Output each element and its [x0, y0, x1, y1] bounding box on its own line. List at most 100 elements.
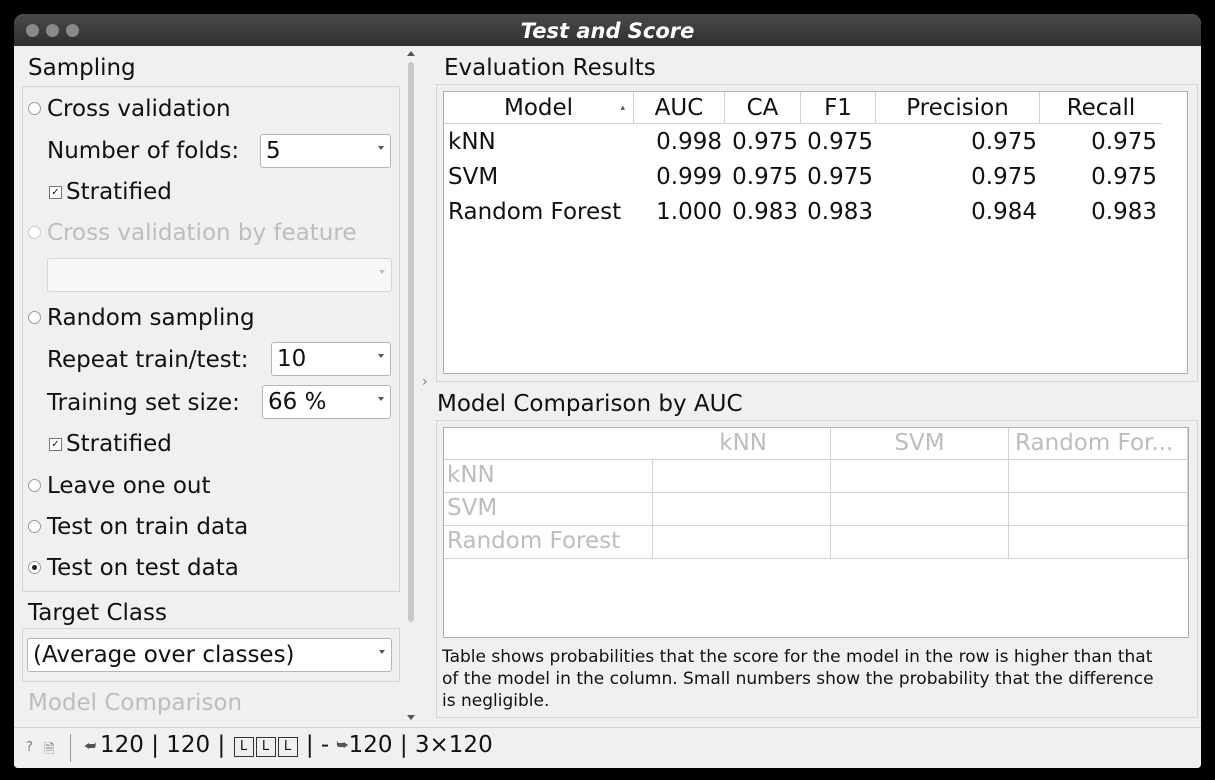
- row-svm-auc: 0.999: [656, 164, 722, 190]
- input-counts: 120 | 120 |: [100, 732, 226, 758]
- test-and-score-window: Test and Score Sampling Cross validation…: [14, 14, 1201, 768]
- random-sampling-label[interactable]: Random sampling: [47, 304, 255, 332]
- row-knn-precision: 0.975: [971, 129, 1037, 155]
- col-header-ca[interactable]: CA: [725, 92, 801, 124]
- leave-one-out-label[interactable]: Leave one out: [47, 472, 211, 500]
- repeat-value: 10: [277, 346, 307, 372]
- comparison-cell: [831, 526, 1009, 559]
- col-header-label: Model: [503, 95, 574, 121]
- test-on-test-radio[interactable]: [28, 561, 41, 574]
- comparison-row-rf: Random Forest: [444, 526, 653, 559]
- comparison-header: Model Comparison by AUC: [437, 391, 743, 417]
- input-badge: L: [255, 737, 276, 757]
- evaluation-table: Model ▴ AUC CA F1 Precision Recall kNN 0…: [443, 91, 1188, 374]
- scroll-down-icon[interactable]: [407, 715, 415, 720]
- comparison-cell: [1009, 493, 1188, 526]
- chevron-down-icon: [379, 650, 385, 654]
- target-class-select[interactable]: (Average over classes): [27, 638, 392, 672]
- leave-one-out-radio[interactable]: [28, 479, 41, 492]
- col-header-recall[interactable]: Recall: [1040, 92, 1162, 124]
- row-svm-model[interactable]: SVM: [448, 162, 498, 192]
- train-size-select[interactable]: 66 %: [262, 385, 391, 419]
- chevron-down-icon: [378, 354, 384, 358]
- col-header-model[interactable]: Model ▴: [444, 92, 634, 124]
- test-on-test-label[interactable]: Test on test data: [47, 554, 239, 582]
- status-bar: ? 🗎 ⮨ 120 | 120 | LLL | - ⮩120 | 3×120: [14, 727, 1201, 768]
- comparison-col-rf: Random For...: [1009, 428, 1188, 460]
- row-rf-model[interactable]: Random Forest: [448, 197, 621, 227]
- row-knn-recall: 0.975: [1091, 129, 1157, 155]
- splitter-chevron-icon[interactable]: ›: [422, 374, 428, 390]
- window-title: Test and Score: [520, 19, 695, 43]
- train-size-label: Training set size:: [47, 390, 240, 416]
- comparison-cell: [1009, 526, 1188, 559]
- stratified-label[interactable]: Stratified: [66, 178, 172, 206]
- comparison-col-knn: kNN: [444, 428, 831, 460]
- chevron-down-icon: [379, 270, 385, 274]
- row-rf-ca: 0.983: [732, 199, 798, 225]
- evaluation-header: Evaluation Results: [444, 55, 656, 81]
- left-scrollbar[interactable]: [404, 48, 418, 722]
- comparison-row-knn: kNN: [444, 460, 653, 493]
- input-icon: ⮨: [84, 739, 97, 754]
- comparison-cell: [831, 460, 1009, 493]
- col-header-auc[interactable]: AUC: [634, 92, 725, 124]
- cross-validation-radio[interactable]: [28, 102, 41, 115]
- scroll-up-icon[interactable]: [407, 51, 415, 56]
- chevron-down-icon: [378, 397, 384, 401]
- sampling-header: Sampling: [28, 55, 136, 81]
- comparison-col-svm: SVM: [831, 428, 1009, 460]
- input-badge: L: [277, 737, 298, 757]
- comparison-row-svm: SVM: [444, 493, 653, 526]
- comparison-cell: [653, 493, 831, 526]
- output-summary: 120 | 3×120: [348, 732, 493, 758]
- cv-by-feature-radio[interactable]: [28, 226, 41, 239]
- sort-ascending-icon: ▴: [620, 103, 625, 113]
- row-knn-auc: 0.998: [656, 129, 722, 155]
- random-sampling-radio[interactable]: [28, 311, 41, 324]
- report-icon[interactable]: 🗎: [44, 740, 54, 762]
- row-rf-precision: 0.984: [971, 199, 1037, 225]
- cv-by-feature-label[interactable]: Cross validation by feature: [47, 219, 356, 247]
- comparison-cell: [1009, 460, 1188, 493]
- stratified-checkbox[interactable]: ✓: [49, 186, 62, 199]
- row-svm-precision: 0.975: [971, 164, 1037, 190]
- col-header-precision[interactable]: Precision: [876, 92, 1040, 124]
- row-svm-f1: 0.975: [807, 164, 873, 190]
- row-rf-recall: 0.983: [1091, 199, 1157, 225]
- help-icon[interactable]: ?: [26, 740, 33, 755]
- target-class-header: Target Class: [28, 600, 167, 626]
- input-summary: 120 | 120 | LLL | - ⮩120 | 3×120: [100, 732, 493, 758]
- row-svm-recall: 0.975: [1091, 164, 1157, 190]
- status-separator: | -: [305, 732, 330, 758]
- row-knn-ca: 0.975: [732, 129, 798, 155]
- col-header-f1[interactable]: F1: [801, 92, 876, 124]
- target-class-value: (Average over classes): [33, 642, 295, 668]
- feature-select[interactable]: [47, 258, 392, 292]
- scrollbar-thumb[interactable]: [408, 62, 414, 622]
- title-bar: Test and Score: [14, 14, 1201, 46]
- row-rf-auc: 1.000: [656, 199, 722, 225]
- output-icon: ⮩: [336, 738, 349, 753]
- comparison-note: Table shows probabilities that the score…: [442, 647, 1154, 711]
- row-knn-model[interactable]: kNN: [448, 127, 496, 157]
- test-on-train-label[interactable]: Test on train data: [47, 513, 248, 541]
- repeat-select[interactable]: 10: [271, 342, 391, 376]
- stratified2-checkbox[interactable]: ✓: [49, 438, 62, 451]
- row-svm-ca: 0.975: [732, 164, 798, 190]
- model-comparison-header: Model Comparison: [28, 690, 243, 716]
- stratified2-label[interactable]: Stratified: [66, 430, 172, 458]
- comparison-cell: [653, 526, 831, 559]
- folds-value: 5: [266, 138, 281, 164]
- train-size-value: 66 %: [268, 389, 327, 415]
- row-knn-f1: 0.975: [807, 129, 873, 155]
- comparison-table: kNN SVM Random For... kNN SVM Random For…: [443, 427, 1189, 638]
- cross-validation-label[interactable]: Cross validation: [47, 95, 231, 123]
- row-rf-f1: 0.983: [807, 199, 873, 225]
- repeat-label: Repeat train/test:: [47, 347, 249, 373]
- folds-select[interactable]: 5: [260, 134, 391, 168]
- test-on-train-radio[interactable]: [28, 520, 41, 533]
- folds-label: Number of folds:: [47, 138, 240, 164]
- comparison-cell: [653, 460, 831, 493]
- status-divider: [70, 734, 71, 762]
